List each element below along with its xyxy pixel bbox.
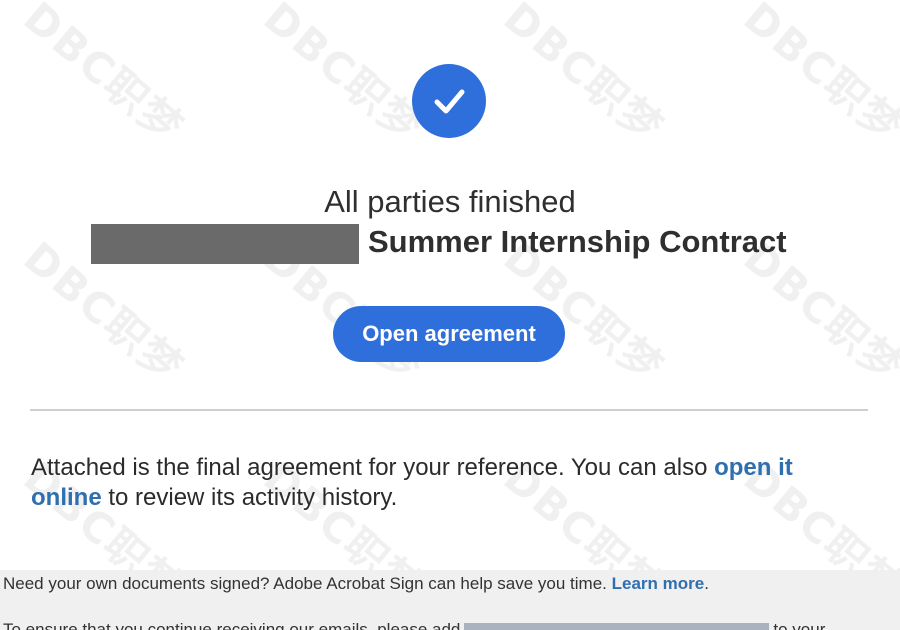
message-text-start: Attached is the final agreement for your… bbox=[31, 454, 715, 481]
footer-notice-end: to your bbox=[773, 620, 826, 630]
footer: Need your own documents signed? Adobe Ac… bbox=[0, 570, 900, 630]
document-title: Summer Internship Contract bbox=[368, 224, 787, 259]
footer-promo-text: Need your own documents signed? Adobe Ac… bbox=[3, 574, 612, 593]
document-title-row: Summer Internship Contract bbox=[0, 222, 900, 266]
checkmark-icon bbox=[412, 64, 486, 138]
footer-notice: To ensure that you continue receiving ou… bbox=[3, 620, 825, 630]
watermark: DBC职梦 bbox=[494, 0, 674, 154]
redacted-block bbox=[91, 224, 359, 264]
footer-promo-end: . bbox=[704, 574, 709, 593]
message-text: Attached is the final agreement for your… bbox=[31, 453, 861, 513]
footer-promo: Need your own documents signed? Adobe Ac… bbox=[3, 574, 709, 594]
footer-notice-start: To ensure that you continue receiving ou… bbox=[3, 620, 461, 630]
watermark: DBC职梦 bbox=[14, 0, 194, 154]
status-heading: All parties finished bbox=[324, 184, 576, 219]
message-text-end: to review its activity history. bbox=[101, 484, 398, 511]
learn-more-link[interactable]: Learn more bbox=[612, 574, 705, 593]
checkmark-glyph bbox=[434, 89, 465, 114]
divider bbox=[30, 409, 868, 411]
watermark: DBC职梦 bbox=[734, 0, 900, 154]
redacted-email bbox=[464, 622, 770, 630]
open-agreement-button[interactable]: Open agreement bbox=[333, 306, 565, 362]
watermark: DBC职梦 bbox=[254, 0, 434, 154]
